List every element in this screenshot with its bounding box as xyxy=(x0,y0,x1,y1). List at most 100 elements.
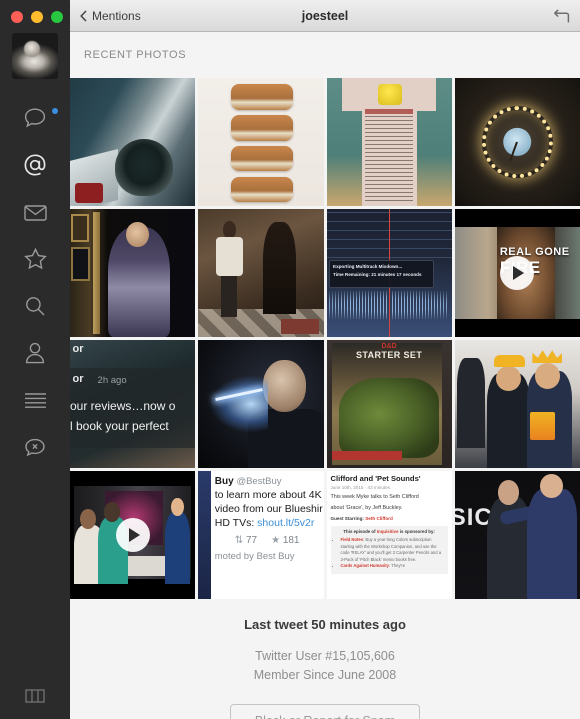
grid-tile-video-tv-demo[interactable] xyxy=(70,471,196,599)
photo-shape xyxy=(534,363,560,389)
unread-badge xyxy=(52,108,58,114)
photo-shape xyxy=(263,360,306,412)
sponsor-brand: Field Notes xyxy=(340,537,364,543)
retweet-count: 77 xyxy=(245,535,258,546)
export-time-remaining: Time Remaining: 21 minutes 17 seconds xyxy=(333,272,422,278)
sidebar-item-muted[interactable] xyxy=(14,432,56,462)
section-header: RECENT PHOTOS xyxy=(70,32,580,78)
grid-tile-photo-lightning-man[interactable] xyxy=(198,340,324,468)
minimize-button[interactable] xyxy=(31,11,43,23)
sponsor-text: : They're xyxy=(388,563,406,569)
tweet-header: Buy @BestBuy xyxy=(215,476,320,487)
list-lines-icon xyxy=(24,393,46,408)
sponsor-heading: This episode of Inquisitive is sponsored… xyxy=(334,529,445,534)
photo-shape xyxy=(377,84,402,105)
photo-shape xyxy=(75,182,103,204)
export-progress-label: Exporting Multitrack Mixdown... xyxy=(333,264,403,270)
at-mention-icon xyxy=(24,154,46,176)
podcast-body-line1: This week Myke talks to Seth Clifford xyxy=(330,494,419,500)
sidebar-item-profile[interactable] xyxy=(14,338,56,368)
sidebar-item-mentions[interactable] xyxy=(14,150,56,180)
favorite-stat: ★ 181 xyxy=(271,535,299,546)
back-button[interactable]: Mentions xyxy=(80,9,141,23)
list-item: Field Notes: Buy a year-long Colors subs… xyxy=(341,537,445,563)
promoted-label: moted by Best Buy xyxy=(214,551,295,562)
play-button[interactable] xyxy=(500,256,535,290)
favorite-count: 181 xyxy=(282,535,300,546)
star-icon xyxy=(23,247,47,270)
close-button[interactable] xyxy=(11,11,23,23)
grid-tile-photo-machinery[interactable] xyxy=(70,78,196,206)
envelope-icon xyxy=(23,204,47,221)
block-or-report-button[interactable]: Block or Report for Spam xyxy=(229,703,421,719)
sidebar-item-columns[interactable] xyxy=(0,687,70,705)
muted-bubble-icon xyxy=(25,438,45,456)
grid-tile-screenshot-bestbuy-tweet[interactable]: Buy @BestBuy to learn more about 4K vide… xyxy=(198,471,324,599)
grid-tile-photo-paper-menu[interactable] xyxy=(326,78,452,206)
retweet-stat: ⇅ 77 xyxy=(235,535,257,546)
photo-shape xyxy=(115,139,173,196)
grid-tile-photo-hallway-man[interactable] xyxy=(198,209,324,337)
photo-shape xyxy=(165,497,191,584)
tweet-text-line3: HD TVs: shout.lt/5v2r xyxy=(215,517,320,529)
tweet-text-line2: l book your perfect xyxy=(70,419,169,434)
grid-tile-photo-audio-export[interactable]: Exporting Multitrack Mixdown... Time Rem… xyxy=(326,209,452,337)
play-button[interactable] xyxy=(115,518,150,552)
podcast-notes: Clifford and 'Pet Sounds' June 10th, 201… xyxy=(330,474,448,599)
photo-shape xyxy=(493,355,525,367)
magnifier-icon xyxy=(26,297,45,316)
photo-shape xyxy=(365,116,413,201)
photo-shape xyxy=(527,473,578,599)
grid-tile-screenshot-review-tweet[interactable]: or or 2h ago our reviews…now o l book yo… xyxy=(70,340,196,468)
podcast-sponsors: This episode of Inquisitive is sponsored… xyxy=(330,526,448,574)
photo-shape xyxy=(339,378,440,458)
main-panel: Mentions joesteel RECENT PHOTOS Exportin… xyxy=(70,0,580,719)
podcast-title: Clifford and 'Pet Sounds' xyxy=(330,474,421,483)
person-icon xyxy=(25,342,45,364)
photo-shape xyxy=(92,211,101,335)
zoom-button[interactable] xyxy=(51,11,63,23)
list-item: Cards Against Humanity: They're xyxy=(341,563,445,570)
photo-shape xyxy=(457,357,485,448)
dnd-logo: D&D xyxy=(381,342,397,350)
photo-grid: Exporting Multitrack Mixdown... Time Rem… xyxy=(70,78,580,599)
sidebar-item-favorites[interactable] xyxy=(14,244,56,274)
tweet-link[interactable]: shout.lt/5v2r xyxy=(257,517,314,529)
photo-shape xyxy=(71,247,91,281)
tweet-name-fragment: Buy xyxy=(214,476,234,487)
grid-tile-video-real-gone-fire[interactable]: REAL GONE FIRE xyxy=(454,209,580,337)
sidebar-item-messages[interactable] xyxy=(14,197,56,227)
sidebar-item-search[interactable] xyxy=(14,291,56,321)
grid-tile-screenshot-podcast-notes[interactable]: Clifford and 'Pet Sounds' June 10th, 201… xyxy=(326,471,452,599)
photo-shape xyxy=(263,221,296,314)
window-controls xyxy=(0,11,63,23)
photo-shape xyxy=(280,319,319,335)
avatar[interactable] xyxy=(12,33,58,79)
grid-tile-photo-portrait-painting[interactable] xyxy=(70,209,196,337)
grid-tile-photo-bread-loaves[interactable] xyxy=(198,78,324,206)
sponsor-list: Field Notes: Buy a year-long Colors subs… xyxy=(341,537,445,570)
tweet-body: Buy @BestBuy to learn more about 4K vide… xyxy=(211,471,324,599)
app-window: Mentions joesteel RECENT PHOTOS Exportin… xyxy=(0,0,580,719)
photo-shape xyxy=(230,84,294,110)
tweet-text-line3-prefix: HD TVs: xyxy=(214,517,258,529)
sponsor-show: Inquisitive xyxy=(376,529,399,535)
sidebar-nav xyxy=(0,103,70,462)
grid-tile-photo-two-men-crowns[interactable] xyxy=(454,340,580,468)
podcast-guest: Guest Starring: Seth Clifford xyxy=(331,516,448,521)
tweet-text-line1: to learn more about 4K xyxy=(214,489,322,501)
grid-tile-photo-apple-music-keynote[interactable]: SIC xyxy=(454,471,580,599)
sidebar-item-timeline[interactable] xyxy=(14,103,58,133)
user-number: Twitter User #15,105,606 xyxy=(255,649,395,663)
podcast-body-line2: about 'Grace', by Jeff Buckley. xyxy=(330,505,403,512)
grid-tile-photo-clock[interactable] xyxy=(454,78,580,206)
podcast-meta: June 10th, 2015 · 43 minutes xyxy=(330,485,391,490)
photo-shape xyxy=(210,375,269,433)
sidebar-item-lists[interactable] xyxy=(14,385,56,415)
retweet-icon: ⇅ xyxy=(234,535,244,546)
sponsor-prefix: This episode of xyxy=(343,529,377,535)
grid-tile-photo-dnd-starter-set[interactable]: D&D STARTER SET xyxy=(326,340,452,468)
sponsor-suffix: is sponsored by: xyxy=(398,529,435,535)
sidebar xyxy=(0,0,70,719)
reply-button[interactable] xyxy=(552,8,570,24)
